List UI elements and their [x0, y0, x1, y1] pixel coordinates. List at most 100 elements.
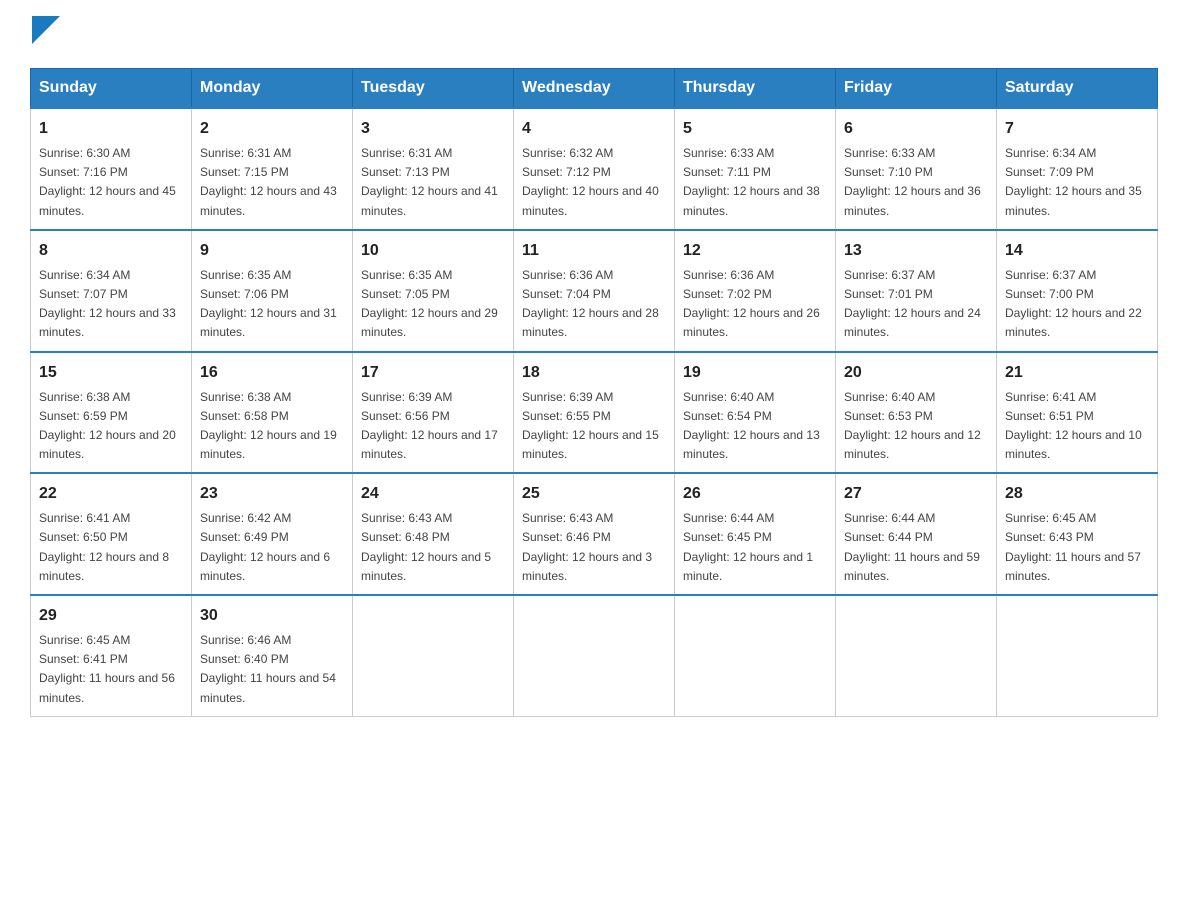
day-number: 11: [522, 239, 666, 263]
weekday-header-cell: Monday: [192, 69, 353, 109]
day-number: 7: [1005, 117, 1149, 141]
day-number: 20: [844, 361, 988, 385]
day-number: 23: [200, 482, 344, 506]
calendar-table: SundayMondayTuesdayWednesdayThursdayFrid…: [30, 68, 1158, 717]
day-number: 1: [39, 117, 183, 141]
calendar-day-cell: 22 Sunrise: 6:41 AMSunset: 6:50 PMDaylig…: [31, 473, 192, 595]
day-number: 5: [683, 117, 827, 141]
day-info: Sunrise: 6:36 AMSunset: 7:02 PMDaylight:…: [683, 268, 820, 340]
day-number: 2: [200, 117, 344, 141]
calendar-day-cell: 17 Sunrise: 6:39 AMSunset: 6:56 PMDaylig…: [353, 352, 514, 474]
day-number: 6: [844, 117, 988, 141]
day-info: Sunrise: 6:35 AMSunset: 7:05 PMDaylight:…: [361, 268, 498, 340]
day-info: Sunrise: 6:39 AMSunset: 6:56 PMDaylight:…: [361, 390, 498, 462]
calendar-day-cell: 7 Sunrise: 6:34 AMSunset: 7:09 PMDayligh…: [997, 108, 1158, 230]
day-info: Sunrise: 6:40 AMSunset: 6:54 PMDaylight:…: [683, 390, 820, 462]
day-info: Sunrise: 6:45 AMSunset: 6:43 PMDaylight:…: [1005, 511, 1141, 583]
day-info: Sunrise: 6:41 AMSunset: 6:51 PMDaylight:…: [1005, 390, 1142, 462]
day-number: 22: [39, 482, 183, 506]
calendar-day-cell: [353, 595, 514, 716]
calendar-week-row: 29 Sunrise: 6:45 AMSunset: 6:41 PMDaylig…: [31, 595, 1158, 716]
calendar-day-cell: 8 Sunrise: 6:34 AMSunset: 7:07 PMDayligh…: [31, 230, 192, 352]
day-number: 8: [39, 239, 183, 263]
day-info: Sunrise: 6:38 AMSunset: 6:59 PMDaylight:…: [39, 390, 176, 462]
calendar-day-cell: [514, 595, 675, 716]
day-number: 24: [361, 482, 505, 506]
calendar-week-row: 22 Sunrise: 6:41 AMSunset: 6:50 PMDaylig…: [31, 473, 1158, 595]
calendar-day-cell: 10 Sunrise: 6:35 AMSunset: 7:05 PMDaylig…: [353, 230, 514, 352]
day-info: Sunrise: 6:46 AMSunset: 6:40 PMDaylight:…: [200, 633, 336, 705]
day-number: 3: [361, 117, 505, 141]
day-info: Sunrise: 6:39 AMSunset: 6:55 PMDaylight:…: [522, 390, 659, 462]
weekday-header-row: SundayMondayTuesdayWednesdayThursdayFrid…: [31, 69, 1158, 109]
day-info: Sunrise: 6:32 AMSunset: 7:12 PMDaylight:…: [522, 146, 659, 218]
day-info: Sunrise: 6:40 AMSunset: 6:53 PMDaylight:…: [844, 390, 981, 462]
calendar-day-cell: 1 Sunrise: 6:30 AMSunset: 7:16 PMDayligh…: [31, 108, 192, 230]
day-number: 29: [39, 604, 183, 628]
day-number: 26: [683, 482, 827, 506]
day-number: 13: [844, 239, 988, 263]
weekday-header-cell: Friday: [836, 69, 997, 109]
day-number: 12: [683, 239, 827, 263]
day-info: Sunrise: 6:35 AMSunset: 7:06 PMDaylight:…: [200, 268, 337, 340]
weekday-header-cell: Sunday: [31, 69, 192, 109]
calendar-day-cell: 14 Sunrise: 6:37 AMSunset: 7:00 PMDaylig…: [997, 230, 1158, 352]
calendar-day-cell: [997, 595, 1158, 716]
day-info: Sunrise: 6:41 AMSunset: 6:50 PMDaylight:…: [39, 511, 169, 583]
day-info: Sunrise: 6:30 AMSunset: 7:16 PMDaylight:…: [39, 146, 176, 218]
calendar-day-cell: 6 Sunrise: 6:33 AMSunset: 7:10 PMDayligh…: [836, 108, 997, 230]
calendar-day-cell: 26 Sunrise: 6:44 AMSunset: 6:45 PMDaylig…: [675, 473, 836, 595]
calendar-day-cell: 27 Sunrise: 6:44 AMSunset: 6:44 PMDaylig…: [836, 473, 997, 595]
day-info: Sunrise: 6:36 AMSunset: 7:04 PMDaylight:…: [522, 268, 659, 340]
day-number: 17: [361, 361, 505, 385]
day-number: 25: [522, 482, 666, 506]
day-info: Sunrise: 6:44 AMSunset: 6:44 PMDaylight:…: [844, 511, 980, 583]
weekday-header-cell: Saturday: [997, 69, 1158, 109]
weekday-header-cell: Thursday: [675, 69, 836, 109]
day-info: Sunrise: 6:31 AMSunset: 7:13 PMDaylight:…: [361, 146, 498, 218]
day-number: 21: [1005, 361, 1149, 385]
day-number: 27: [844, 482, 988, 506]
calendar-day-cell: 4 Sunrise: 6:32 AMSunset: 7:12 PMDayligh…: [514, 108, 675, 230]
calendar-day-cell: 24 Sunrise: 6:43 AMSunset: 6:48 PMDaylig…: [353, 473, 514, 595]
calendar-week-row: 15 Sunrise: 6:38 AMSunset: 6:59 PMDaylig…: [31, 352, 1158, 474]
day-number: 9: [200, 239, 344, 263]
calendar-week-row: 8 Sunrise: 6:34 AMSunset: 7:07 PMDayligh…: [31, 230, 1158, 352]
calendar-day-cell: 12 Sunrise: 6:36 AMSunset: 7:02 PMDaylig…: [675, 230, 836, 352]
day-info: Sunrise: 6:42 AMSunset: 6:49 PMDaylight:…: [200, 511, 330, 583]
day-number: 4: [522, 117, 666, 141]
logo-triangle-icon: [32, 16, 60, 44]
day-number: 28: [1005, 482, 1149, 506]
weekday-header-cell: Tuesday: [353, 69, 514, 109]
day-info: Sunrise: 6:45 AMSunset: 6:41 PMDaylight:…: [39, 633, 175, 705]
calendar-day-cell: [675, 595, 836, 716]
day-info: Sunrise: 6:43 AMSunset: 6:46 PMDaylight:…: [522, 511, 652, 583]
calendar-day-cell: 3 Sunrise: 6:31 AMSunset: 7:13 PMDayligh…: [353, 108, 514, 230]
day-info: Sunrise: 6:33 AMSunset: 7:10 PMDaylight:…: [844, 146, 981, 218]
calendar-day-cell: 20 Sunrise: 6:40 AMSunset: 6:53 PMDaylig…: [836, 352, 997, 474]
weekday-header-cell: Wednesday: [514, 69, 675, 109]
day-info: Sunrise: 6:34 AMSunset: 7:07 PMDaylight:…: [39, 268, 176, 340]
day-info: Sunrise: 6:43 AMSunset: 6:48 PMDaylight:…: [361, 511, 491, 583]
page-header: [30, 20, 1158, 48]
day-info: Sunrise: 6:31 AMSunset: 7:15 PMDaylight:…: [200, 146, 337, 218]
calendar-day-cell: 18 Sunrise: 6:39 AMSunset: 6:55 PMDaylig…: [514, 352, 675, 474]
day-number: 10: [361, 239, 505, 263]
day-info: Sunrise: 6:33 AMSunset: 7:11 PMDaylight:…: [683, 146, 820, 218]
calendar-day-cell: 29 Sunrise: 6:45 AMSunset: 6:41 PMDaylig…: [31, 595, 192, 716]
day-info: Sunrise: 6:37 AMSunset: 7:00 PMDaylight:…: [1005, 268, 1142, 340]
calendar-day-cell: 16 Sunrise: 6:38 AMSunset: 6:58 PMDaylig…: [192, 352, 353, 474]
calendar-day-cell: 28 Sunrise: 6:45 AMSunset: 6:43 PMDaylig…: [997, 473, 1158, 595]
calendar-day-cell: 5 Sunrise: 6:33 AMSunset: 7:11 PMDayligh…: [675, 108, 836, 230]
day-number: 16: [200, 361, 344, 385]
calendar-week-row: 1 Sunrise: 6:30 AMSunset: 7:16 PMDayligh…: [31, 108, 1158, 230]
logo: [30, 20, 60, 48]
day-info: Sunrise: 6:37 AMSunset: 7:01 PMDaylight:…: [844, 268, 981, 340]
calendar-day-cell: 21 Sunrise: 6:41 AMSunset: 6:51 PMDaylig…: [997, 352, 1158, 474]
day-number: 19: [683, 361, 827, 385]
day-number: 18: [522, 361, 666, 385]
calendar-day-cell: 15 Sunrise: 6:38 AMSunset: 6:59 PMDaylig…: [31, 352, 192, 474]
calendar-day-cell: 11 Sunrise: 6:36 AMSunset: 7:04 PMDaylig…: [514, 230, 675, 352]
day-info: Sunrise: 6:34 AMSunset: 7:09 PMDaylight:…: [1005, 146, 1142, 218]
calendar-day-cell: 19 Sunrise: 6:40 AMSunset: 6:54 PMDaylig…: [675, 352, 836, 474]
